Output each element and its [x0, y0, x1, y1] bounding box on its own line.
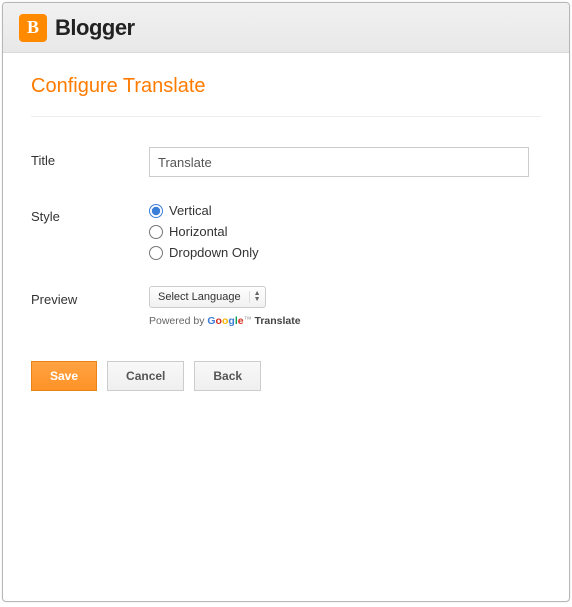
title-control: [149, 147, 541, 177]
radio-vertical[interactable]: Vertical: [149, 203, 541, 218]
title-label: Title: [31, 147, 149, 177]
header-bar: B Blogger: [3, 3, 569, 53]
powered-by-text: Powered by Google™ Translate: [149, 315, 541, 327]
blogger-logo-icon: B: [19, 14, 47, 42]
dialog-window: B Blogger Configure Translate Title Styl…: [2, 2, 570, 602]
cancel-button[interactable]: Cancel: [107, 361, 184, 391]
preview-control: Select Language ▲▼ Powered by Google™ Tr…: [149, 286, 541, 327]
page-title: Configure Translate: [31, 75, 541, 117]
language-select-value: Select Language: [158, 291, 241, 303]
radio-horizontal[interactable]: Horizontal: [149, 224, 541, 239]
brand-name: Blogger: [55, 15, 135, 41]
radio-vertical-input[interactable]: [149, 204, 163, 218]
radio-dropdown-input[interactable]: [149, 246, 163, 260]
radio-dropdown-label: Dropdown Only: [169, 245, 259, 260]
title-input[interactable]: [149, 147, 529, 177]
radio-horizontal-label: Horizontal: [169, 224, 228, 239]
back-button[interactable]: Back: [194, 361, 261, 391]
powered-prefix: Powered by: [149, 315, 207, 327]
button-row: Save Cancel Back: [31, 361, 541, 391]
style-label: Style: [31, 203, 149, 260]
content-area: Configure Translate Title Style Vertical…: [3, 53, 569, 413]
style-radio-group: Vertical Horizontal Dropdown Only: [149, 203, 541, 260]
radio-vertical-label: Vertical: [169, 203, 212, 218]
radio-horizontal-input[interactable]: [149, 225, 163, 239]
powered-translate: Translate: [255, 315, 301, 327]
language-select[interactable]: Select Language ▲▼: [149, 286, 266, 308]
title-row: Title: [31, 147, 541, 177]
preview-row: Preview Select Language ▲▼ Powered by Go…: [31, 286, 541, 327]
style-row: Style Vertical Horizontal Dropdown Only: [31, 203, 541, 260]
save-button[interactable]: Save: [31, 361, 97, 391]
preview-label: Preview: [31, 286, 149, 327]
radio-dropdown[interactable]: Dropdown Only: [149, 245, 541, 260]
select-arrows-icon: ▲▼: [249, 291, 261, 303]
